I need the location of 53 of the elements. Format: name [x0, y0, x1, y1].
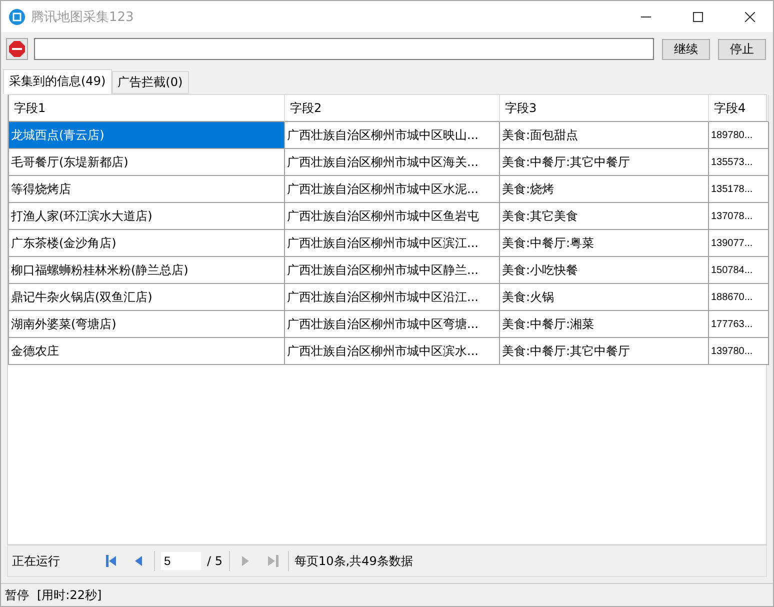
table-cell: 美食:中餐厅:湘菜 — [500, 311, 709, 338]
page-summary: 每页10条,共49条数据 — [294, 552, 413, 570]
table-cell: 美食:中餐厅:其它中餐厅 — [500, 149, 709, 176]
table-cell: 广西壮族自治区柳州市城中区弯塘... — [285, 311, 500, 338]
tab[interactable]: 采集到的信息(49) — [3, 69, 112, 94]
table-cell: 美食:火锅 — [500, 284, 709, 311]
maximize-icon — [693, 12, 703, 22]
continue-button[interactable]: 继续 — [662, 38, 710, 60]
elapsed-time: [用时:22秒] — [37, 586, 102, 604]
url-field[interactable] — [34, 38, 654, 60]
table-cell: 打渔人家(环江滨水大道店) — [9, 203, 285, 230]
table-cell: 150784... — [709, 257, 769, 284]
stop-sign-icon — [9, 41, 25, 57]
table-cell: 美食:烧烤 — [500, 176, 709, 203]
table-cell: 金德农庄 — [9, 338, 285, 365]
table-cell: 美食:其它美食 — [500, 203, 709, 230]
table-cell: 135178... — [709, 176, 769, 203]
page-total: / 5 — [207, 554, 222, 568]
table-cell: 广西壮族自治区柳州市城中区沿江... — [285, 284, 500, 311]
table-cell: 广东茶楼(金沙角店) — [9, 230, 285, 257]
table-cell: 广西壮族自治区柳州市城中区水泥... — [285, 176, 500, 203]
stop-button[interactable]: 停止 — [718, 38, 766, 60]
table-cell: 177763... — [709, 311, 769, 338]
table-cell: 139780... — [709, 338, 769, 365]
table-cell: 美食:小吃快餐 — [500, 257, 709, 284]
table-cell: 广西壮族自治区柳州市城中区静兰... — [285, 257, 500, 284]
table-cell: 广西壮族自治区柳州市城中区滨江... — [285, 230, 500, 257]
tab[interactable]: 广告拦截(0) — [112, 71, 189, 94]
window-title: 腾讯地图采集123 — [31, 8, 135, 26]
table-cell: 139077... — [709, 230, 769, 257]
status-state: 暂停 — [5, 586, 29, 604]
table-cell: 等得烧烤店 — [9, 176, 285, 203]
app-logo-icon — [9, 8, 25, 24]
table-cell: 鼎记牛杂火锅店(双鱼汇店) — [9, 284, 285, 311]
table-cell: 广西壮族自治区柳州市城中区鱼岩屯 — [285, 203, 500, 230]
table-cell: 135573... — [709, 149, 769, 176]
table-cell: 美食:中餐厅:其它中餐厅 — [500, 338, 709, 365]
stop-sign-button[interactable] — [6, 38, 28, 60]
page-field[interactable]: 5 — [161, 552, 201, 570]
table-cell: 龙城西点(青云店) — [9, 122, 285, 149]
run-status: 正在运行 — [12, 552, 61, 570]
table-cell: 广西壮族自治区柳州市城中区滨水... — [285, 338, 500, 365]
table-cell: 毛哥餐厅(东堤新都店) — [9, 149, 285, 176]
table-cell: 188670... — [709, 284, 769, 311]
table-cell: 湖南外婆菜(弯塘店) — [9, 311, 285, 338]
table-cell: 189780... — [709, 122, 769, 149]
table-cell: 柳口福螺蛳粉桂林米粉(静兰总店) — [9, 257, 285, 284]
table-cell: 美食:面包甜点 — [500, 122, 709, 149]
table-cell: 广西壮族自治区柳州市城中区映山... — [285, 122, 500, 149]
close-icon — [745, 12, 755, 22]
table-cell: 广西壮族自治区柳州市城中区海关... — [285, 149, 500, 176]
table-cell: 美食:中餐厅:粤菜 — [500, 230, 709, 257]
table-cell: 137078... — [709, 203, 769, 230]
